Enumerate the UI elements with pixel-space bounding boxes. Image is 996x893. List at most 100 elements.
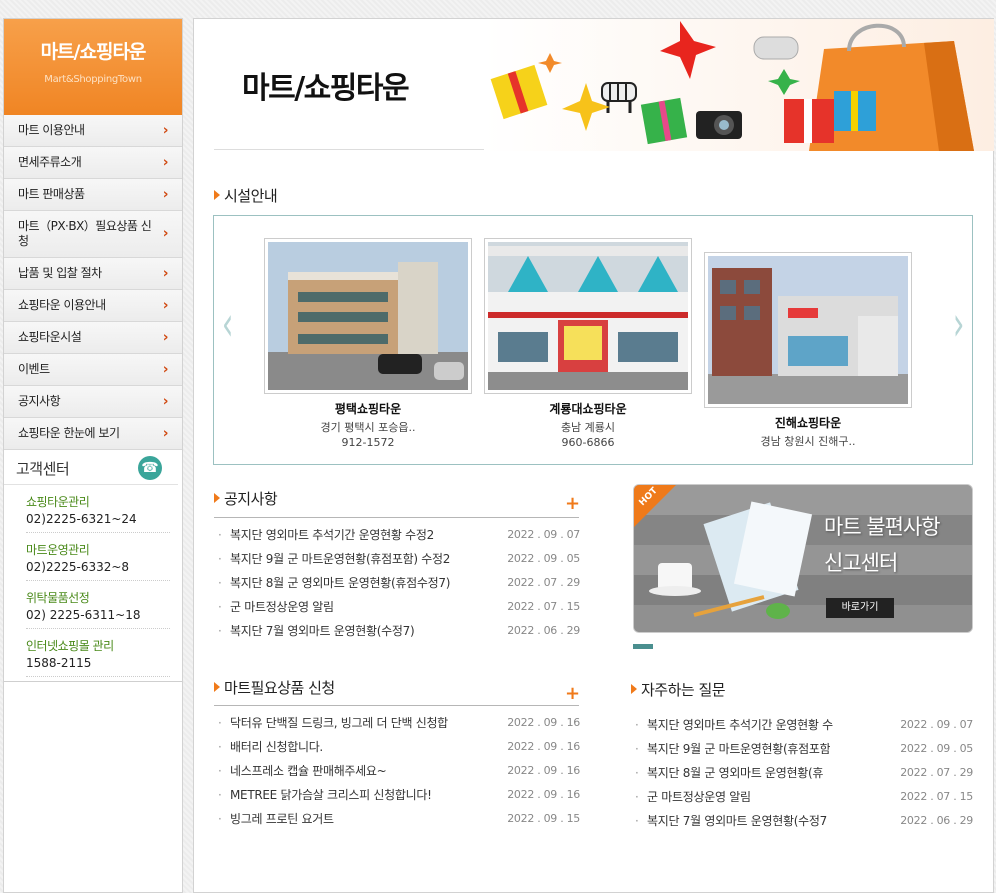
sidebar-item-label: 쇼핑타운 한눈에 보기 (18, 426, 120, 440)
facility-card[interactable]: 진해쇼핑타운 경남 창원시 진해구.. (704, 252, 912, 449)
phone-icon: ☎ (138, 456, 162, 480)
sidebar-item-label: 마트（PX·BX）필요상품 신청 (18, 219, 152, 248)
list-item[interactable]: · 복지단 7월 영외마트 운영현황(수정7) 2022 . 06 . 29 (214, 619, 580, 643)
facility-tel: 960-6866 (561, 436, 615, 449)
chevron-right-icon: › (162, 186, 169, 202)
chevron-right-icon: › (162, 154, 169, 170)
customer-center-title: 고객센터 (16, 459, 70, 478)
main-content: 마트/쇼핑타운 시설안내 ‹ › 평택쇼핑타운 경기 평택시 포승읍.. 912… (193, 18, 994, 893)
contact-item: 쇼핑타운관리 02)2225-6321~24 (26, 485, 170, 533)
list-item[interactable]: · 닥터유 단백질 드링크, 빙그레 더 단백 신청합 2022 . 09 . 16 (214, 711, 580, 735)
facility-address: 충남 계룡시 (560, 421, 616, 434)
sidebar-brand-title: 마트/쇼핑타운 (40, 41, 147, 63)
contact-tel: 02)2225-6321~24 (26, 512, 137, 526)
list-item[interactable]: · 빙그레 프로틴 요거트 2022 . 09 . 15 (214, 807, 580, 831)
sidebar-brand-subtitle: Mart&ShoppingTown (44, 74, 142, 85)
request-section-title[interactable]: 마트필요상품 신청 (214, 677, 335, 698)
chevron-right-icon: › (162, 225, 169, 242)
sidebar-item-label: 쇼핑타운 이용안내 (18, 298, 106, 312)
promo-title: 마트 불편사항 신고센터 (824, 515, 941, 575)
list-item[interactable]: · 복지단 8월 군 영외마트 운영현황(휴점수정7) 2022 . 07 . 29 (214, 571, 580, 595)
sidebar-item-overview[interactable]: 쇼핑타운 한눈에 보기 › (4, 418, 182, 450)
sidebar-item-dutyfree-liquor[interactable]: 면세주류소개 › (4, 147, 182, 179)
complaint-center-banner[interactable]: HOT 마트 불편사항 신고센터 바로가기 (633, 484, 973, 633)
sidebar-item-product-request[interactable]: 마트（PX·BX）필요상품 신청 › (4, 211, 182, 258)
sidebar-item-mart-products[interactable]: 마트 판매상품 › (4, 179, 182, 211)
carousel-next-arrow-icon[interactable]: › (953, 296, 965, 352)
page-title: 마트/쇼핑타운 (242, 71, 410, 106)
notice-list: · 복지단 영외마트 추석기간 운영현황 수정2 2022 . 09 . 07 · 복… (214, 523, 580, 643)
sidebar-item-label: 마트 판매상품 (18, 187, 85, 201)
facility-section-title: 시설안내 (214, 185, 278, 206)
facility-tel: 912-1572 (341, 436, 395, 449)
facility-card[interactable]: 평택쇼핑타운 경기 평택시 포승읍.. 912-1572 (264, 238, 472, 449)
chevron-right-icon: › (162, 393, 169, 409)
chevron-right-icon: › (162, 122, 169, 138)
sidebar-divider (4, 681, 182, 682)
contact-item: 마트운영관리 02)2225-6332~8 (26, 533, 170, 581)
list-item[interactable]: · 복지단 7월 영외마트 운영현황(수정7 2022 . 06 . 29 (631, 809, 973, 833)
contact-name: 인터넷쇼핑몰 관리 (26, 639, 114, 653)
sidebar-item-events[interactable]: 이벤트 › (4, 354, 182, 386)
list-item[interactable]: · 네스프레소 캡슐 판매해주세요~ 2022 . 09 . 16 (214, 759, 580, 783)
sidebar-item-notices[interactable]: 공지사항 › (4, 386, 182, 418)
contact-name: 위탁물품선정 (26, 591, 90, 605)
sidebar-brand: 마트/쇼핑타운 Mart&ShoppingTown (4, 19, 182, 115)
chevron-right-icon: › (162, 329, 169, 345)
list-item[interactable]: · 배터리 신청합니다. 2022 . 09 . 16 (214, 735, 580, 759)
contact-name: 마트운영관리 (26, 543, 90, 557)
list-item[interactable]: · 복지단 영외마트 추석기간 운영현황 수 2022 . 09 . 07 (631, 713, 973, 737)
sidebar-item-label: 쇼핑타운시설 (18, 330, 82, 344)
request-more-plus-icon[interactable]: + (565, 683, 580, 704)
list-item[interactable]: · 복지단 9월 군 마트운영현황(휴점포함 2022 . 09 . 05 (631, 737, 973, 761)
facility-address: 경남 창원시 진해구.. (760, 435, 856, 448)
notice-more-plus-icon[interactable]: + (565, 493, 580, 514)
triangle-bullet-icon (214, 493, 220, 503)
banner-page-indicator[interactable] (633, 644, 653, 649)
notice-divider (214, 517, 579, 518)
facility-name: 진해쇼핑타운 (774, 416, 842, 430)
request-list: · 닥터유 단백질 드링크, 빙그레 더 단백 신청합 2022 . 09 . 16… (214, 711, 580, 831)
contact-name: 쇼핑타운관리 (26, 495, 90, 509)
triangle-bullet-icon (214, 190, 220, 200)
facility-photo (484, 238, 692, 394)
notice-section-title[interactable]: 공지사항 (214, 488, 278, 509)
chevron-right-icon: › (162, 297, 169, 313)
sidebar-item-bidding[interactable]: 납품 및 입찰 절차 › (4, 258, 182, 290)
customer-center-header: 고객센터 ☎ (4, 450, 178, 485)
sidebar-item-label: 면세주류소개 (18, 155, 82, 169)
sidebar: 마트/쇼핑타운 Mart&ShoppingTown 마트 이용안내 › 면세주류소… (3, 18, 183, 893)
facility-card[interactable]: 계룡대쇼핑타운 충남 계룡시 960-6866 (484, 238, 692, 449)
contact-tel: 02) 2225-6311~18 (26, 608, 141, 622)
go-button[interactable]: 바로가기 (826, 598, 894, 618)
triangle-bullet-icon (214, 682, 220, 692)
chevron-right-icon: › (162, 361, 169, 377)
sidebar-item-label: 이벤트 (18, 362, 50, 376)
chevron-right-icon: › (162, 265, 169, 281)
facility-carousel: ‹ › 평택쇼핑타운 경기 평택시 포승읍.. 912-1572 계룡대쇼핑타운… (213, 215, 973, 465)
list-item[interactable]: · METREE 닭가슴살 크리스피 신청합니다! 2022 . 09 . 16 (214, 783, 580, 807)
sidebar-item-label: 공지사항 (18, 394, 61, 408)
chevron-right-icon: › (162, 425, 169, 441)
sidebar-item-mart-guide[interactable]: 마트 이용안내 › (4, 115, 182, 147)
list-item[interactable]: · 복지단 8월 군 영외마트 운영현황(휴 2022 . 07 . 29 (631, 761, 973, 785)
list-item[interactable]: · 군 마트정상운영 알림 2022 . 07 . 15 (214, 595, 580, 619)
sidebar-item-shoppingtown-facilities[interactable]: 쇼핑타운시설 › (4, 322, 182, 354)
contact-tel: 1588-2115 (26, 656, 92, 670)
list-item[interactable]: · 복지단 영외마트 추석기간 운영현황 수정2 2022 . 09 . 07 (214, 523, 580, 547)
carousel-prev-arrow-icon[interactable]: ‹ (222, 296, 234, 352)
sidebar-item-label: 마트 이용안내 (18, 123, 85, 137)
shopping-banner-illustration (484, 19, 994, 151)
list-item[interactable]: · 복지단 9월 군 마트운영현황(휴점포함) 수정2 2022 . 09 . 05 (214, 547, 580, 571)
facility-name: 계룡대쇼핑타운 (549, 402, 627, 416)
list-item[interactable]: · 군 마트정상운영 알림 2022 . 07 . 15 (631, 785, 973, 809)
contact-item: 인터넷쇼핑몰 관리 1588-2115 (26, 629, 170, 677)
sidebar-item-shoppingtown-guide[interactable]: 쇼핑타운 이용안내 › (4, 290, 182, 322)
customer-center: 고객센터 ☎ 쇼핑타운관리 02)2225-6321~24 마트운영관리 02)… (4, 450, 182, 682)
request-divider (214, 705, 579, 706)
facility-photo (704, 252, 912, 408)
contact-item: 위탁물품선정 02) 2225-6311~18 (26, 581, 170, 629)
faq-section-title[interactable]: 자주하는 질문 (631, 679, 726, 700)
sidebar-item-label: 납품 및 입찰 절차 (18, 266, 102, 280)
triangle-bullet-icon (631, 684, 637, 694)
